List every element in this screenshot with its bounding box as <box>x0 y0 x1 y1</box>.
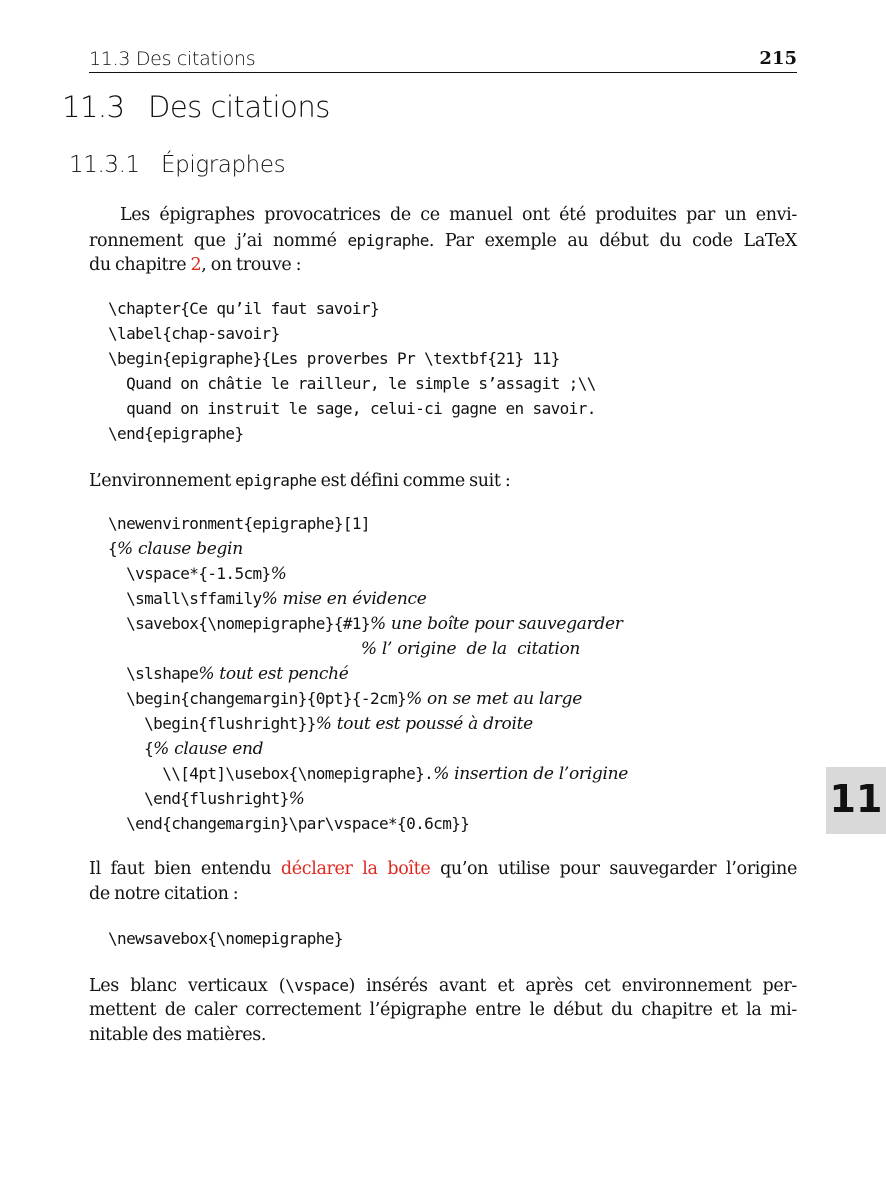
code-line: \newenvironment{epigraphe}[1] <box>108 514 371 533</box>
paragraph-line: Il faut bien entendu déclarer la boîte q… <box>89 859 797 879</box>
paragraph-line: ronnement que j’ai nommé epigraphe. Par … <box>89 231 798 251</box>
code-block-chapter: \chapter{Ce qu’il faut savoir} \label{ch… <box>108 296 808 446</box>
code-comment: % <box>270 564 287 584</box>
code-line: \savebox{\nomepigraphe}{#1}% une boîte p… <box>108 614 623 634</box>
paragraph-line: nitable des matières. <box>89 1025 267 1045</box>
code-block-environment: \newenvironment{epigraphe}[1] {% clause … <box>108 511 808 836</box>
subsection-title-text: Épigraphes <box>161 152 286 178</box>
code-line: \vspace*{-1.5cm}% <box>108 564 287 584</box>
code-comment: % l’ origine de la citation <box>360 639 581 659</box>
code-line: \end{epigraphe} <box>108 424 244 443</box>
code-line: {% clause begin <box>108 539 243 559</box>
subsection-heading: 11.3.1 Épigraphes <box>69 152 286 178</box>
code-line: \newsavebox{\nomepigraphe} <box>108 929 343 948</box>
code-comment: % une boîte pour sauvegarder <box>369 614 623 634</box>
code-comment: % tout est penché <box>198 664 349 684</box>
inline-code: epigraphe <box>235 471 317 490</box>
code-line: \chapter{Ce qu’il faut savoir} <box>108 299 380 318</box>
document-page: 11.3 Des citations 215 11.3 Des citations… <box>0 0 886 1181</box>
section-heading: 11.3 Des citations <box>62 90 330 124</box>
code-line: Quand on châtie le railleur, le simple s… <box>108 374 596 393</box>
code-line: \end{flushright}% <box>108 789 305 809</box>
code-comment: % tout est poussé à droite <box>315 714 533 734</box>
code-line: quand on instruit le sage, celui-ci gagn… <box>108 399 596 418</box>
code-line: \label{chap-savoir} <box>108 324 280 343</box>
code-comment: % clause begin <box>117 539 243 559</box>
latex-logo: LaTeX <box>743 231 798 251</box>
paragraph-definition: L’environnement epigraphe est défini com… <box>89 468 797 493</box>
code-comment: % on se met au large <box>406 689 582 709</box>
code-line: \slshape% tout est penché <box>108 664 349 684</box>
section-title-text: Des citations <box>148 90 330 124</box>
code-line: \begin{flushright}}% tout est poussé à d… <box>108 714 533 734</box>
paragraph-line: Les épigraphes provocatrices de ce manue… <box>120 205 797 225</box>
inline-code: epigraphe <box>347 231 430 250</box>
code-line: \\[4pt]\usebox{\nomepigraphe}.% insertio… <box>108 764 629 784</box>
paragraph-line: L’environnement epigraphe est défini com… <box>89 471 511 491</box>
code-block-newsavebox: \newsavebox{\nomepigraphe} <box>108 926 808 951</box>
declare-box-link[interactable]: déclarer la boîte <box>281 859 431 879</box>
paragraph-line: du chapitre 2, on trouve : <box>89 255 302 275</box>
code-line: \begin{changemargin}{0pt}{-2cm}% on se m… <box>108 689 582 709</box>
section-number: 11.3 <box>62 90 125 124</box>
chapter-thumb-tab: 11 <box>826 767 886 834</box>
paragraph-savebox: Il faut bien entendu déclarer la boîte q… <box>89 857 797 907</box>
code-comment: % clause end <box>153 739 264 759</box>
page-number: 215 <box>759 48 797 69</box>
paragraph-intro: Les épigraphes provocatrices de ce manue… <box>89 203 797 278</box>
chapter-reference-link[interactable]: 2 <box>190 255 201 275</box>
paragraph-vspace: Les blanc verticaux (\vspace) insérés av… <box>89 973 797 1048</box>
code-line: % l’ origine de la citation <box>108 636 808 661</box>
chapter-thumb-number: 11 <box>829 777 883 821</box>
code-comment: % insertion de l’origine <box>433 764 629 784</box>
inline-code: \vspace <box>285 976 349 995</box>
running-title: 11.3 Des citations <box>89 48 256 70</box>
code-line: \end{changemargin}\par\vspace*{0.6cm}} <box>108 814 470 833</box>
subsection-number: 11.3.1 <box>69 152 140 178</box>
code-line: \small\sffamily% mise en évidence <box>108 589 427 609</box>
code-line: \begin{epigraphe}{Les proverbes Pr \text… <box>108 349 560 368</box>
paragraph-line: Les blanc verticaux (\vspace) insérés av… <box>89 976 797 996</box>
paragraph-line: mettent de caler correctement l’épigraph… <box>89 1000 797 1020</box>
code-comment: % mise en évidence <box>261 589 427 609</box>
code-comment: % <box>288 789 305 809</box>
paragraph-line: de notre citation : <box>89 884 239 904</box>
running-header: 11.3 Des citations 215 <box>89 46 797 73</box>
code-line: {% clause end <box>108 739 264 759</box>
